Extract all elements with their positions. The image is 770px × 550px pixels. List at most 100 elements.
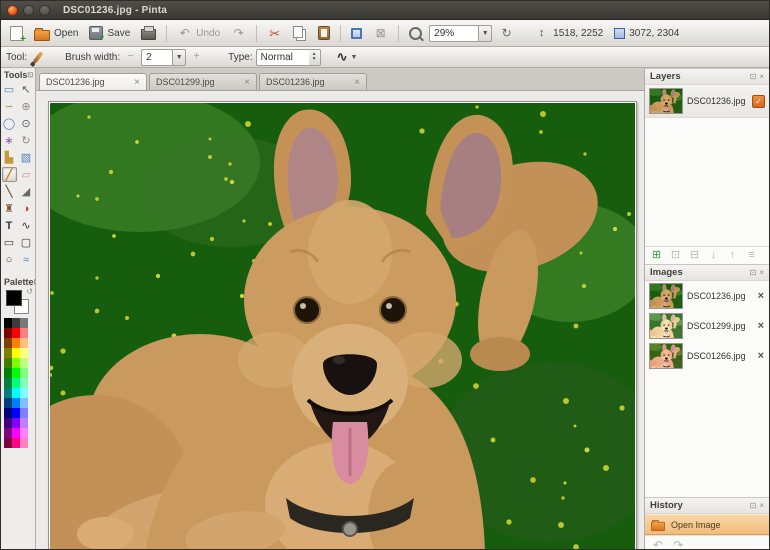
tool-ellipse[interactable]: ○ — [2, 252, 17, 267]
tool-pencil[interactable]: ╲ — [2, 184, 17, 199]
images-dock-restore-icon[interactable]: ⊡ — [750, 268, 757, 277]
print-button[interactable] — [137, 24, 160, 42]
palette-swatch[interactable] — [12, 438, 20, 448]
layers-dock-close-icon[interactable]: × — [759, 72, 764, 81]
image-row-2[interactable]: DSC01266.jpg× — [645, 341, 769, 371]
tool-color-picker[interactable]: ◢ — [19, 184, 34, 199]
tab-close-icon[interactable]: × — [354, 77, 360, 88]
images-dock-close-icon[interactable]: × — [759, 268, 764, 277]
tab-close-icon[interactable]: × — [134, 77, 140, 88]
crop-to-selection-button[interactable] — [347, 26, 366, 41]
palette-swatch[interactable] — [12, 358, 20, 368]
tool-move-selected[interactable]: ↖ — [19, 82, 34, 97]
palette-swatch[interactable] — [12, 378, 20, 388]
tab-close-icon[interactable]: × — [244, 77, 250, 88]
tool-lasso-select[interactable]: ∽ — [2, 99, 17, 114]
document-tab-2[interactable]: DSC01236.jpg× — [259, 73, 367, 90]
reset-colors-icon[interactable]: ↺ — [26, 287, 33, 296]
palette-swatch[interactable] — [20, 388, 28, 398]
palette-swatch[interactable] — [4, 368, 12, 378]
tool-freeform-shape[interactable]: ≈ — [19, 252, 34, 267]
palette-swatch[interactable] — [4, 418, 12, 428]
foreground-color-swatch[interactable] — [6, 290, 22, 306]
window-maximize-button[interactable] — [39, 5, 50, 16]
tool-recolor[interactable]: ◑ — [19, 201, 34, 216]
brush-width-dropdown-arrow[interactable]: ▼ — [172, 49, 186, 66]
layer-properties-button[interactable]: ≡ — [745, 249, 758, 262]
zoom-best-fit-button[interactable]: ↻ — [495, 24, 518, 43]
palette-swatch[interactable] — [4, 398, 12, 408]
close-image-icon[interactable]: × — [757, 290, 765, 302]
brush-width-minus-button[interactable]: − — [123, 50, 138, 65]
brush-width-value[interactable]: 2 — [141, 49, 172, 66]
tool-zoom[interactable]: ⊙ — [19, 116, 34, 131]
tool-move-selection[interactable]: ⊕ — [19, 99, 34, 114]
duplicate-layer-button[interactable]: ⊡ — [669, 249, 682, 262]
history-undo-icon[interactable]: ↶ — [653, 538, 663, 550]
layers-dock-restore-icon[interactable]: ⊡ — [750, 72, 757, 81]
paste-button[interactable] — [314, 24, 334, 42]
palette-swatch[interactable] — [12, 338, 20, 348]
zoom-dropdown-arrow[interactable]: ▼ — [478, 25, 492, 42]
redo-button[interactable]: ↷ — [227, 24, 250, 43]
merge-layer-down-button[interactable]: ↓ — [707, 249, 720, 262]
palette-swatch[interactable] — [4, 318, 12, 328]
tool-line-curve[interactable]: ∿ — [19, 218, 34, 233]
image-row-1[interactable]: DSC01299.jpg× — [645, 311, 769, 341]
palette-swatch[interactable] — [4, 358, 12, 368]
palette-swatch[interactable] — [12, 408, 20, 418]
tool-eraser[interactable]: ▱ — [19, 167, 34, 182]
close-image-icon[interactable]: × — [757, 320, 765, 332]
document-tab-1[interactable]: DSC01299.jpg× — [149, 73, 257, 90]
open-button[interactable]: Open — [30, 24, 82, 43]
blend-type-value[interactable]: Normal — [256, 49, 309, 66]
palette-swatch[interactable] — [4, 338, 12, 348]
palette-swatch[interactable] — [20, 438, 28, 448]
palette-swatch[interactable] — [20, 428, 28, 438]
palette-swatch[interactable] — [20, 338, 28, 348]
zoom-combobox[interactable]: 29% ▼ — [429, 25, 492, 42]
document-tab-0[interactable]: DSC01236.jpg× — [39, 73, 147, 90]
palette-swatch[interactable] — [12, 398, 20, 408]
move-layer-up-button[interactable]: ↑ — [726, 249, 739, 262]
palette-swatch[interactable] — [12, 318, 20, 328]
palette-swatch[interactable] — [4, 348, 12, 358]
tools-dock-restore-icon[interactable]: ⊡ — [27, 71, 33, 79]
blend-type-spin-arrows[interactable]: ▲▼ — [309, 49, 321, 66]
cut-button[interactable]: ✂ — [263, 24, 286, 43]
deselect-button[interactable]: ⊠ — [369, 24, 392, 43]
zoom-out-button[interactable] — [405, 25, 426, 42]
tool-rounded-rectangle[interactable]: ▢ — [19, 235, 34, 250]
tool-rectangle-select[interactable]: ▭ — [2, 82, 17, 97]
tool-gradient[interactable]: ▧ — [19, 150, 34, 165]
blend-type-combobox[interactable]: Normal ▲▼ — [256, 49, 321, 66]
palette-swatch[interactable] — [12, 388, 20, 398]
close-image-icon[interactable]: × — [757, 350, 765, 362]
history-item-open-image[interactable]: Open Image — [645, 514, 769, 535]
history-redo-icon[interactable]: ↷ — [673, 538, 683, 550]
tool-ellipse-select[interactable]: ◯ — [2, 116, 17, 131]
window-minimize-button[interactable] — [23, 5, 34, 16]
palette-swatch[interactable] — [20, 318, 28, 328]
undo-button[interactable]: ↶ Undo — [173, 24, 224, 43]
palette-swatch[interactable] — [4, 328, 12, 338]
zoom-value[interactable]: 29% — [429, 25, 478, 42]
palette-swatch[interactable] — [4, 428, 12, 438]
history-dock-restore-icon[interactable]: ⊡ — [750, 501, 757, 510]
palette-swatch[interactable] — [20, 378, 28, 388]
tool-pan[interactable]: ↻ — [19, 133, 34, 148]
color-swatch-widget[interactable]: ↺ — [5, 290, 31, 314]
palette-swatch[interactable] — [4, 408, 12, 418]
tool-text[interactable]: T — [2, 218, 17, 233]
add-layer-button[interactable]: ⊞ — [650, 249, 663, 262]
history-dock-close-icon[interactable]: × — [759, 501, 764, 510]
canvas-area[interactable] — [36, 91, 644, 550]
tool-paintbrush[interactable]: ╱ — [2, 167, 17, 182]
delete-layer-button[interactable]: ⊟ — [688, 249, 701, 262]
window-close-button[interactable] — [7, 5, 18, 16]
new-image-button[interactable] — [6, 24, 27, 43]
palette-swatch[interactable] — [4, 388, 12, 398]
palette-swatch[interactable] — [20, 328, 28, 338]
brush-width-plus-button[interactable]: + — [189, 50, 204, 65]
tool-clone-stamp[interactable]: ♜ — [2, 201, 17, 216]
